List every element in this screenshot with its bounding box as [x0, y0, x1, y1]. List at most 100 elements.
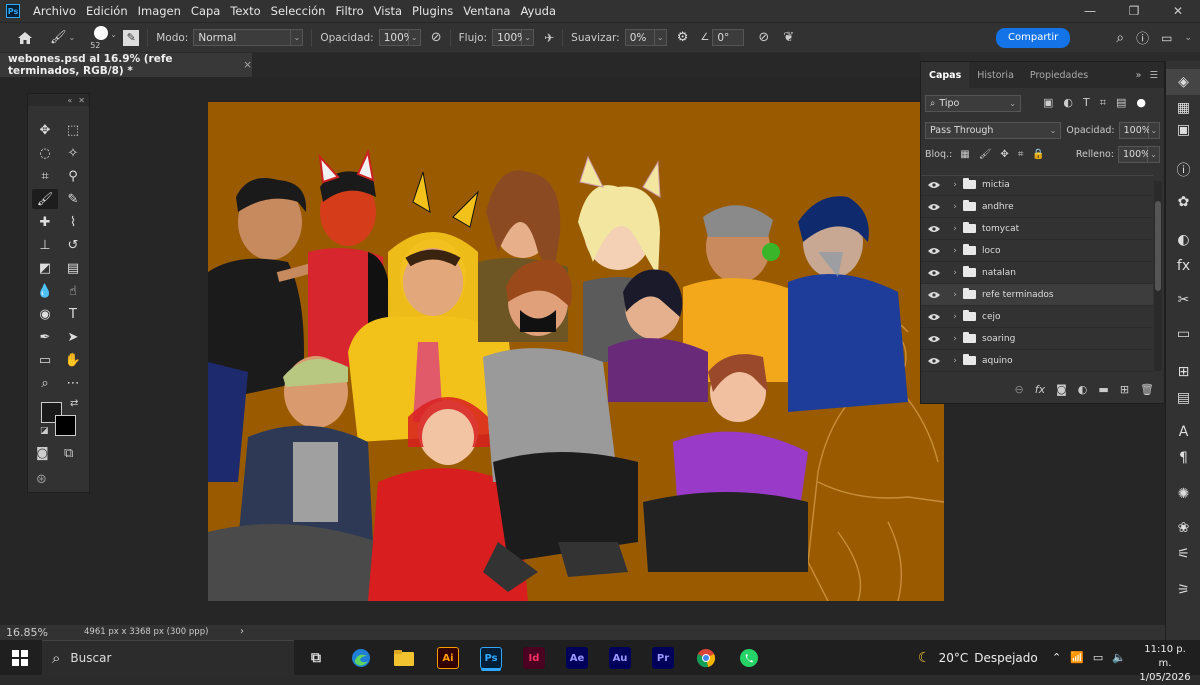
eye-icon[interactable] — [921, 181, 947, 189]
document-tab[interactable]: webones.psd al 16.9% (refe terminados, R… — [0, 53, 252, 77]
layer-style-fx-icon[interactable]: fx — [1035, 383, 1045, 396]
navigator-panel-icon[interactable]: ✺ — [1166, 481, 1200, 507]
pen-tool-icon[interactable]: ✒ — [32, 327, 58, 347]
indesign-app-icon[interactable]: Id — [523, 647, 545, 669]
zoom-tool-icon[interactable]: ⌕ — [32, 373, 58, 393]
layer-row[interactable]: › tomycat — [921, 218, 1153, 240]
properties-panel-icon[interactable]: ⚟ — [1166, 541, 1200, 567]
layer-opacity-input[interactable]: 100% — [1118, 121, 1151, 139]
new-layer-icon[interactable]: ⊞ — [1120, 383, 1129, 396]
filter-adjustment-icon[interactable]: ◐ — [1063, 96, 1073, 110]
close-icon[interactable]: ✕ — [78, 96, 85, 105]
styles-panel-icon[interactable]: fx — [1166, 253, 1200, 279]
blend-mode-select[interactable]: Pass Through ⌄ — [925, 121, 1062, 139]
eye-icon[interactable] — [921, 269, 947, 277]
restore-icon[interactable]: ❐ — [1112, 4, 1156, 18]
color-panel-icon[interactable]: ✿ — [1166, 189, 1200, 215]
tab-capas[interactable]: Capas — [921, 62, 970, 88]
volume-icon[interactable]: 🔈 — [1112, 651, 1126, 664]
windows-start-icon[interactable] — [12, 650, 28, 666]
character-panel-icon[interactable]: A — [1166, 419, 1200, 445]
layer-row[interactable]: › loco — [921, 240, 1153, 262]
link-layers-icon[interactable]: ⊖ — [1015, 383, 1024, 396]
crop-tool-icon[interactable]: ⌗ — [32, 166, 58, 186]
layer-row[interactable]: › cejo — [921, 306, 1153, 328]
tools-panel-icon[interactable]: ✂ — [1166, 287, 1200, 313]
search-icon[interactable]: ⌕ — [1116, 30, 1124, 46]
tab-historia[interactable]: Historia — [969, 62, 1022, 88]
wifi-icon[interactable]: 📶 — [1070, 651, 1084, 664]
layer-row[interactable]: › aquino — [921, 350, 1153, 372]
mode-select[interactable]: Normal — [193, 29, 292, 46]
info-panel-icon[interactable]: ⓘ — [1166, 157, 1200, 183]
collapse-icon[interactable]: « — [67, 96, 72, 105]
layer-row[interactable]: › mictia — [921, 174, 1153, 196]
opacity-input[interactable]: 100% — [378, 29, 414, 46]
blur-tool-icon[interactable]: 💧 — [32, 281, 58, 301]
chevron-right-icon[interactable]: › — [947, 180, 963, 190]
filter-type-icon[interactable]: T — [1083, 96, 1090, 110]
menu-filtro[interactable]: Filtro — [330, 4, 368, 18]
filter-shape-icon[interactable]: ⌗ — [1100, 96, 1106, 110]
grid-panel-icon[interactable]: ⊞ — [1166, 359, 1200, 385]
dodge-tool-icon[interactable]: ◉ — [32, 304, 58, 324]
task-view-icon[interactable]: ⧉ — [305, 647, 327, 669]
weather-widget[interactable]: ☾ 20°C Despejado — [918, 640, 1038, 675]
smoothing-input[interactable]: 0% — [624, 29, 655, 46]
menu-capa[interactable]: Capa — [186, 4, 225, 18]
edge-app-icon[interactable] — [350, 647, 372, 669]
flow-input[interactable]: 100% — [492, 29, 527, 46]
status-menu-arrow[interactable]: › — [240, 626, 244, 637]
eye-icon[interactable] — [921, 313, 947, 321]
layer-row[interactable]: › natalan — [921, 262, 1153, 284]
mixer-brush-tool-icon[interactable]: ⌇ — [60, 212, 86, 232]
clock[interactable]: 11:10 p. m. 1/05/2026 — [1138, 643, 1192, 685]
photoshop-app-icon[interactable]: Ps — [480, 647, 502, 669]
layers-panel-icon[interactable]: ◈ — [1166, 69, 1200, 95]
symmetry-icon[interactable]: ❦ — [783, 30, 794, 45]
lock-all-icon[interactable]: 🔒 — [1032, 149, 1044, 160]
swatches-panel-icon[interactable]: ❀ — [1166, 515, 1200, 541]
history-brush-tool-icon[interactable]: ↺ — [60, 235, 86, 255]
smudge-tool-icon[interactable]: ☝ — [60, 281, 86, 301]
paragraph-panel-icon[interactable]: ¶ — [1166, 445, 1200, 471]
panel-menu-icon[interactable]: ☰ — [1149, 70, 1158, 81]
brush-settings-icon[interactable]: ✎ — [123, 29, 140, 46]
pressure-opacity-icon[interactable]: ⊘ — [431, 30, 442, 45]
chevron-down-icon[interactable]: ⌄ — [1184, 33, 1192, 43]
layers-scrollbar[interactable] — [1154, 181, 1162, 371]
more-tools-icon[interactable]: ⋯ — [60, 373, 86, 393]
menu-ayuda[interactable]: Ayuda — [515, 4, 561, 18]
menu-imagen[interactable]: Imagen — [133, 4, 186, 18]
minimize-icon[interactable]: — — [1068, 4, 1112, 18]
chevron-right-icon[interactable]: › — [947, 224, 963, 234]
eye-icon[interactable] — [921, 225, 947, 233]
menu-plugins[interactable]: Plugins — [407, 4, 458, 18]
eye-icon[interactable] — [921, 247, 947, 255]
scrollbar-thumb[interactable] — [1155, 201, 1161, 291]
chevron-right-icon[interactable]: › — [947, 268, 963, 278]
gear-icon[interactable]: ⚙ — [677, 30, 689, 45]
pressure-size-icon[interactable]: ⊘ — [758, 30, 769, 45]
chevron-down-icon[interactable]: ⌄ — [1148, 121, 1160, 139]
layer-row[interactable]: › soaring — [921, 328, 1153, 350]
extras-icon[interactable]: ⊛ — [36, 472, 47, 487]
new-group-icon[interactable]: ▬ — [1098, 383, 1108, 396]
actions-panel-icon[interactable]: ▤ — [1166, 385, 1200, 411]
filter-pixel-icon[interactable]: ▣ — [1043, 96, 1053, 110]
chrome-app-icon[interactable] — [695, 647, 717, 669]
audition-app-icon[interactable]: Au — [609, 647, 631, 669]
chevron-down-icon[interactable]: ⌄ — [408, 29, 421, 46]
brush-tool-icon[interactable]: 🖌 — [32, 189, 58, 209]
marquee-tool-icon[interactable]: ⬚ — [60, 120, 86, 140]
eye-icon[interactable] — [921, 335, 947, 343]
eyedropper-tool-icon[interactable]: ⚲ — [60, 166, 86, 186]
file-explorer-app-icon[interactable] — [393, 647, 415, 669]
angle-input[interactable]: 0° — [712, 29, 745, 46]
layer-row[interactable]: › andhre — [921, 196, 1153, 218]
home-icon[interactable] — [0, 31, 50, 45]
toolbox-header[interactable]: « ✕ — [28, 94, 89, 106]
default-colors-icon[interactable]: ◪ — [40, 426, 49, 436]
gradient-tool-icon[interactable]: ▤ — [60, 258, 86, 278]
screen-mode-icon[interactable]: ⧉ — [64, 446, 73, 461]
